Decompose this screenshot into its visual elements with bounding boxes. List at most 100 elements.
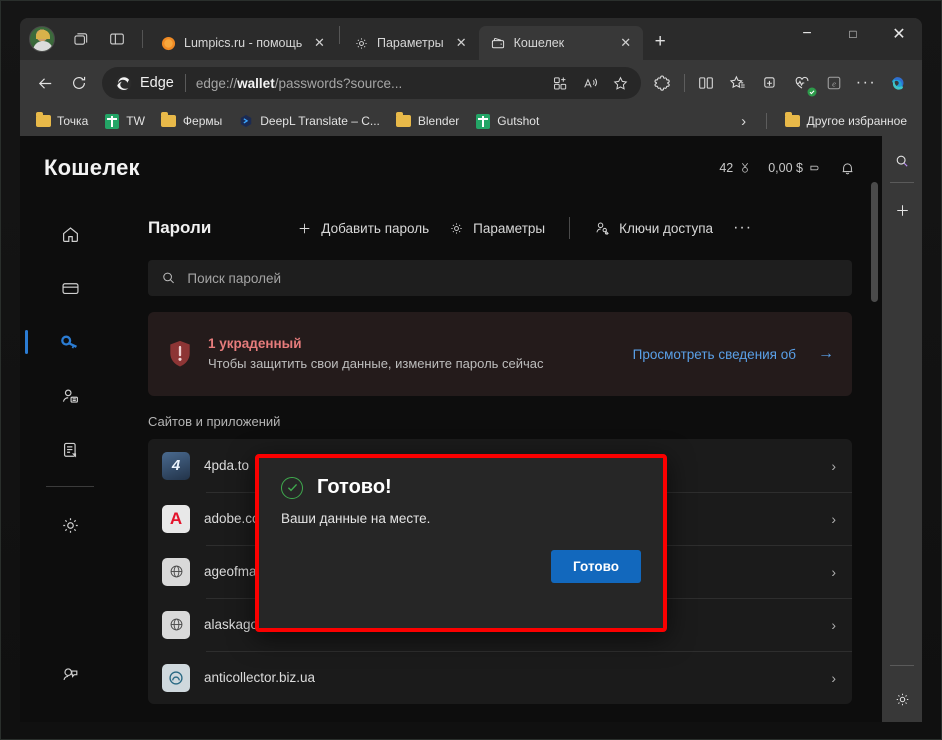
plus-icon [299, 223, 310, 233]
password-settings-button[interactable]: Параметры [439, 215, 555, 242]
bookmark-label: TW [126, 114, 145, 128]
search-icon[interactable] [887, 146, 917, 176]
collections-icon[interactable] [754, 67, 786, 99]
add-password-button[interactable]: Добавить пароль [287, 215, 439, 242]
browser-essentials-icon[interactable] [786, 67, 818, 99]
plus-icon[interactable] [887, 195, 917, 225]
chevron-right-icon: › [831, 510, 836, 527]
ie-mode-icon[interactable]: e [818, 67, 850, 99]
search-input[interactable] [187, 270, 839, 286]
rail-divider [46, 486, 94, 487]
chevron-right-icon: › [831, 669, 836, 686]
tab-divider [339, 26, 340, 44]
search-passwords-box[interactable] [148, 260, 852, 296]
bookmark-deepl[interactable]: DeepL Translate – C... [231, 110, 387, 132]
feedback-icon [62, 667, 77, 680]
browser-tab-lumpics[interactable]: Lumpics.ru - помощь с... ✕ [149, 26, 337, 60]
bookmark-other-favorites[interactable]: Другое избранное [778, 110, 914, 132]
section-title: Пароли [148, 218, 212, 237]
new-tab-button[interactable]: + [643, 27, 677, 57]
workspaces-icon[interactable] [64, 24, 98, 54]
bookmark-label: Blender [417, 114, 460, 128]
passkeys-label: Ключи доступа [619, 220, 714, 236]
bookmark-tw[interactable]: TW [97, 110, 152, 132]
maximize-button[interactable]: □ [830, 18, 876, 50]
back-button[interactable] [28, 66, 62, 100]
avatar[interactable] [29, 26, 55, 52]
url-host: wallet [237, 75, 275, 91]
refresh-button[interactable] [62, 66, 96, 100]
notifications-button[interactable] [839, 160, 856, 177]
edge-browser-window: Lumpics.ru - помощь с... ✕ Параметры ✕ [20, 18, 922, 722]
sidebar-item-personal-info[interactable] [48, 376, 92, 416]
adobe-icon: A [162, 504, 190, 533]
chevron-right-icon: › [831, 616, 836, 633]
page-scrollbar-thumb[interactable] [871, 182, 878, 302]
settings-more-icon[interactable]: ··· [850, 67, 882, 99]
more-options-button[interactable]: ··· [723, 215, 762, 241]
extensions-icon[interactable] [647, 67, 679, 99]
split-screen-add-icon[interactable] [545, 69, 575, 97]
gear-icon [62, 517, 78, 533]
globe-icon [162, 557, 190, 586]
page-title: Кошелек [44, 155, 140, 180]
svg-text:e: e [832, 79, 836, 89]
sidebar-item-cards[interactable] [48, 268, 92, 308]
dialog-header: Готово! [259, 458, 663, 499]
gear-icon [451, 222, 462, 234]
tab-close-icon[interactable]: ✕ [310, 34, 329, 53]
tab-close-icon[interactable]: ✕ [452, 34, 471, 53]
browser-tab-wallet[interactable]: Кошелек ✕ [478, 26, 644, 60]
address-bar[interactable]: Edge edge://wallet/passwords?source... [102, 67, 641, 99]
wallet-header: Кошелек 42 0,00 $ [20, 136, 882, 200]
sidebar-item-settings[interactable] [48, 505, 92, 545]
sidebar-item-passwords[interactable] [25, 322, 92, 362]
edge-brand-chip: Edge [108, 70, 183, 96]
cashback-stat[interactable]: 0,00 $ [768, 161, 823, 175]
bookmark-fermy[interactable]: Фермы [154, 110, 229, 132]
tab-title: Lumpics.ru - помощь с... [184, 36, 302, 50]
bookmarks-overflow: › Другое избранное [733, 110, 914, 132]
folder-icon [785, 112, 801, 129]
alert-action-link[interactable]: Просмотреть сведения об → [633, 345, 834, 363]
browser-tab-settings[interactable]: Параметры ✕ [342, 26, 479, 60]
bookmark-gutshot[interactable]: Gutshot [468, 110, 546, 132]
bookmark-tochka[interactable]: Точка [28, 110, 95, 132]
bell-icon [842, 162, 853, 174]
globe-blue-icon [162, 663, 190, 692]
favorite-star-icon[interactable] [605, 69, 635, 97]
read-aloud-icon[interactable] [575, 69, 605, 97]
alert-link-label: Просмотреть сведения об [632, 346, 796, 362]
edge-sidebar [882, 136, 922, 722]
sidebar-item-feedback[interactable] [48, 654, 92, 694]
bookmarks-bar: Точка TW Фермы DeepL Translate – C... Bl… [20, 106, 922, 136]
list-item[interactable]: anticollector.biz.ua › [148, 651, 852, 704]
split-screen-icon[interactable] [690, 67, 722, 99]
favorites-icon[interactable] [722, 67, 754, 99]
tab-actions-icon[interactable] [100, 24, 134, 54]
sidebar-item-home[interactable] [48, 214, 92, 254]
copilot-icon[interactable] [882, 67, 914, 99]
dialog-title: Готово! [317, 476, 392, 498]
home-icon [62, 226, 78, 242]
chevron-right-icon: › [831, 563, 836, 580]
chevron-right-icon[interactable]: › [733, 110, 755, 132]
passkeys-button[interactable]: Ключи доступа [584, 214, 723, 242]
close-button[interactable]: ✕ [876, 18, 922, 50]
wallet-icon [490, 35, 506, 51]
navigation-bar: Edge edge://wallet/passwords?source... e… [20, 60, 922, 106]
rewards-medal-icon [742, 162, 749, 173]
bookmark-label: Фермы [182, 114, 223, 128]
bookmark-blender[interactable]: Blender [389, 110, 466, 132]
title-bar-divider [142, 30, 143, 48]
tab-strip: Lumpics.ru - помощь с... ✕ Параметры ✕ [149, 18, 677, 60]
page-viewport: Кошелек 42 0,00 $ Пароли Добавить пароль… [20, 136, 922, 722]
sidebar-item-documents[interactable] [48, 430, 92, 470]
minimize-button[interactable]: − [784, 18, 830, 50]
rewards-stat[interactable]: 42 [719, 161, 752, 175]
tab-close-icon[interactable]: ✕ [616, 34, 635, 53]
verified-badge-icon [807, 87, 817, 97]
dialog-confirm-button[interactable]: Готово [551, 550, 641, 583]
window-controls: − □ ✕ [784, 18, 922, 60]
gear-icon[interactable] [887, 684, 917, 714]
